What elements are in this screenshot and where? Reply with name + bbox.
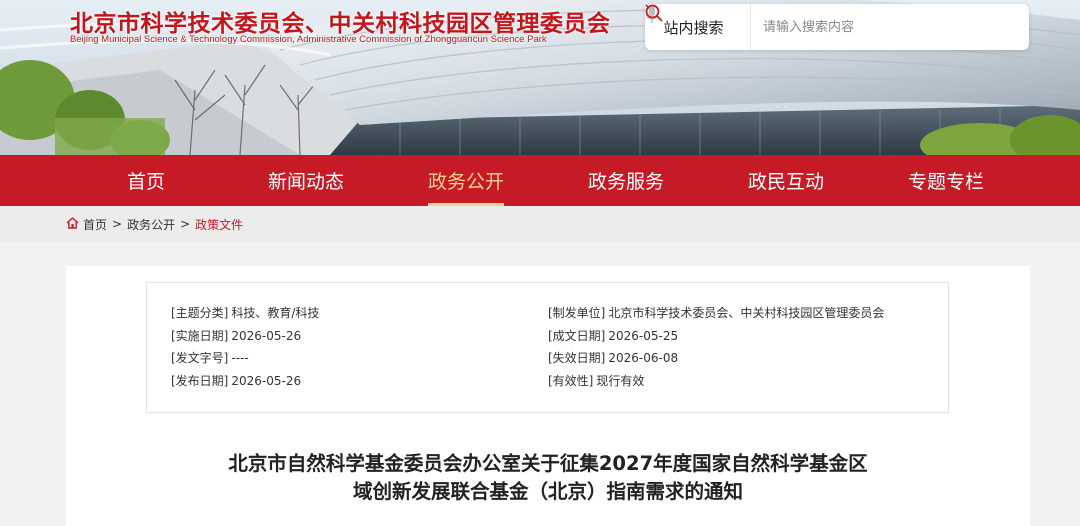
- nav-item-home[interactable]: 首页: [66, 155, 226, 206]
- metadata-key: [主题分类]: [171, 306, 229, 320]
- breadcrumb-separator: >: [112, 217, 123, 231]
- breadcrumb: 首页 > 政务公开 > 政策文件: [66, 206, 243, 242]
- nav-item-special-topics[interactable]: 专题专栏: [866, 155, 1026, 206]
- metadata-value: ----: [231, 351, 249, 365]
- metadata-left-column: [主题分类] 科技、教育/科技 [实施日期] 2026-05-26 [发文字号]…: [171, 302, 319, 392]
- search-icon[interactable]: [645, 4, 1021, 38]
- metadata-value: 2026-05-26: [231, 328, 302, 343]
- header-banner: 北京市科学技术委员会、中关村科技园区管理委员会 Beijing Municipa…: [0, 0, 1080, 155]
- document-metadata: [主题分类] 科技、教育/科技 [实施日期] 2026-05-26 [发文字号]…: [146, 282, 949, 413]
- search-scope-label: 站内搜索: [663, 18, 724, 37]
- nav-item-news[interactable]: 新闻动态: [226, 155, 386, 206]
- breadcrumb-link-home[interactable]: 首页: [83, 216, 107, 233]
- nav-item-government-affairs[interactable]: 政务公开: [386, 155, 546, 206]
- metadata-key: [发文字号]: [171, 351, 229, 365]
- metadata-value: 北京市科学技术委员会、中关村科技园区管理委员会: [608, 306, 885, 320]
- metadata-value: 科技、教育/科技: [231, 306, 320, 320]
- metadata-row-effective-date: [实施日期] 2026-05-26: [171, 325, 319, 348]
- metadata-value: 2026-06-08: [608, 351, 679, 365]
- document-title: 北京市自然科学基金委员会办公室关于征集2027年度国家自然科学基金区 域创新发展…: [166, 450, 930, 506]
- metadata-row-drafting-date: [成文日期] 2026-05-25: [548, 325, 884, 348]
- metadata-row-publish-date: [发布日期] 2026-05-26: [171, 370, 319, 393]
- metadata-key: [发布日期]: [171, 373, 229, 388]
- breadcrumb-separator: >: [180, 217, 191, 231]
- document-title-line-2: 域创新发展联合基金（北京）指南需求的通知: [352, 480, 743, 503]
- site-title: 北京市科学技术委员会、中关村科技园区管理委员会: [70, 11, 611, 37]
- breadcrumb-current[interactable]: 政策文件: [195, 216, 243, 233]
- metadata-key: [制发单位]: [548, 306, 606, 320]
- metadata-key: [成文日期]: [548, 328, 606, 343]
- nav-item-services[interactable]: 政务服务: [546, 155, 706, 206]
- site-subtitle: Beijing Municipal Science & Technology C…: [70, 34, 547, 45]
- home-icon[interactable]: [66, 216, 79, 232]
- metadata-value: 2026-05-25: [608, 328, 679, 343]
- metadata-row-document-number: [发文字号] ----: [171, 347, 319, 370]
- metadata-row-topic: [主题分类] 科技、教育/科技: [171, 302, 319, 325]
- metadata-right-column: [制发单位] 北京市科学技术委员会、中关村科技园区管理委员会 [成文日期] 20…: [548, 302, 884, 392]
- main-nav: 首页 新闻动态 政务公开 政务服务 政民互动 专题专栏: [0, 155, 1080, 206]
- search-input[interactable]: [751, 4, 969, 50]
- metadata-key: [失效日期]: [548, 351, 606, 365]
- breadcrumb-link-government-affairs[interactable]: 政务公开: [127, 216, 175, 233]
- metadata-row-expiry-date: [失效日期] 2026-06-08: [548, 347, 884, 370]
- content-card: [主题分类] 科技、教育/科技 [实施日期] 2026-05-26 [发文字号]…: [66, 266, 1030, 526]
- metadata-row-validity: [有效性] 现行有效: [548, 370, 884, 393]
- metadata-value: 2026-05-26: [231, 373, 302, 388]
- search-box: 站内搜索: [645, 4, 1029, 50]
- document-title-line-1: 北京市自然科学基金委员会办公室关于征集2027年度国家自然科学基金区: [228, 452, 868, 475]
- metadata-key: [有效性]: [548, 373, 594, 388]
- metadata-row-issuer: [制发单位] 北京市科学技术委员会、中关村科技园区管理委员会: [548, 302, 884, 325]
- microphone-icon[interactable]: [645, 5, 991, 38]
- breadcrumb-bar: 首页 > 政务公开 > 政策文件: [0, 206, 1080, 242]
- metadata-value: 现行有效: [596, 373, 645, 388]
- metadata-key: [实施日期]: [171, 328, 229, 343]
- nav-item-interaction[interactable]: 政民互动: [706, 155, 866, 206]
